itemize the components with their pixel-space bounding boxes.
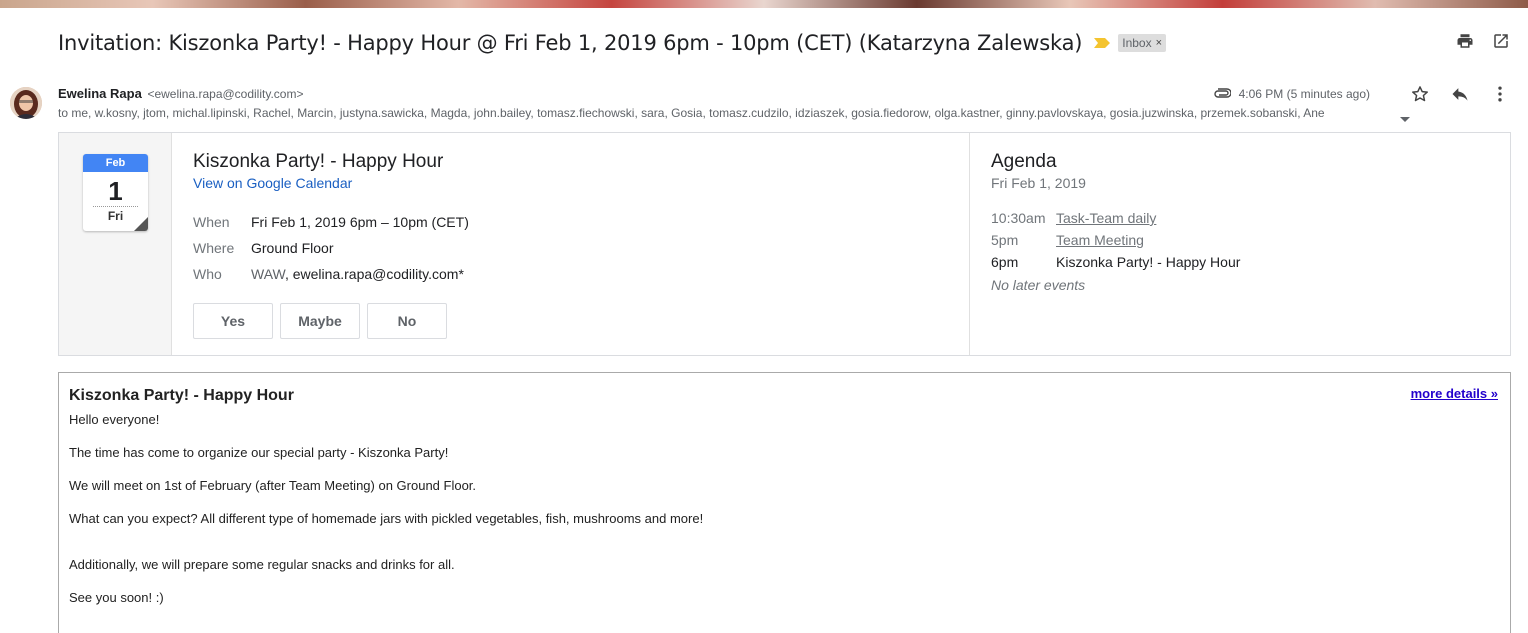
rsvp-maybe-button[interactable]: Maybe bbox=[280, 303, 360, 339]
event-description-card: Kiszonka Party! - Happy Hour more detail… bbox=[58, 372, 1511, 633]
inbox-label-chip: Inbox × bbox=[1118, 34, 1167, 52]
recipients-list[interactable]: to me, w.kosny, jtom, michal.lipinski, R… bbox=[58, 106, 1398, 120]
view-on-google-calendar-link[interactable]: View on Google Calendar bbox=[193, 175, 352, 191]
date-divider bbox=[93, 206, 138, 207]
description-paragraph: The time has come to organize our specia… bbox=[69, 445, 449, 460]
calendar-date-panel: Feb 1 Fri bbox=[59, 133, 172, 355]
date-tile: Feb 1 Fri bbox=[83, 154, 148, 231]
agenda-no-later-events: No later events bbox=[991, 277, 1086, 293]
more-vert-icon[interactable] bbox=[1490, 84, 1510, 104]
remove-label-button[interactable]: × bbox=[1156, 37, 1162, 49]
event-title: Kiszonka Party! - Happy Hour bbox=[193, 151, 444, 172]
description-paragraph: We will meet on 1st of February (after T… bbox=[69, 478, 477, 493]
agenda-item-time: 6pm bbox=[991, 254, 1019, 270]
email-subject: Invitation: Kiszonka Party! - Happy Hour… bbox=[58, 31, 1083, 55]
agenda-item-current: 6pm Kiszonka Party! - Happy Hour bbox=[991, 251, 1491, 273]
description-paragraph: See you soon! :) bbox=[69, 590, 164, 605]
top-actions bbox=[1456, 32, 1510, 50]
header-background-strip bbox=[0, 0, 1528, 8]
page-fold-icon bbox=[134, 217, 148, 231]
when-label: When bbox=[193, 214, 230, 230]
importance-marker-icon[interactable] bbox=[1094, 38, 1111, 48]
who-label: Who bbox=[193, 266, 222, 282]
description-paragraph: What can you expect? All different type … bbox=[69, 511, 704, 526]
agenda-title: Agenda bbox=[991, 151, 1057, 172]
attachment-icon bbox=[1213, 85, 1232, 103]
date-day: 1 bbox=[108, 176, 123, 206]
event-where-row: Where Ground Floor bbox=[193, 235, 953, 261]
rsvp-no-button[interactable]: No bbox=[367, 303, 447, 339]
date-month: Feb bbox=[83, 154, 148, 172]
rsvp-buttons: Yes Maybe No bbox=[193, 303, 953, 339]
message-timestamp: 4:06 PM (5 minutes ago) bbox=[1238, 87, 1370, 101]
label-chip-text: Inbox bbox=[1122, 36, 1152, 50]
agenda-list: 10:30am Task-Team daily 5pm Team Meeting… bbox=[991, 207, 1491, 293]
open-in-new-window-icon[interactable] bbox=[1492, 32, 1510, 50]
more-details-link[interactable]: more details » bbox=[1411, 386, 1498, 401]
description-body: Hello everyone! The time has come to org… bbox=[69, 413, 1500, 605]
description-paragraph: Hello everyone! bbox=[69, 412, 160, 427]
agenda-item: 5pm Team Meeting bbox=[991, 229, 1491, 251]
where-value: Ground Floor bbox=[251, 240, 334, 256]
agenda-item-title[interactable]: Task-Team daily bbox=[1056, 210, 1156, 226]
when-value: Fri Feb 1, 2019 6pm – 10pm (CET) bbox=[251, 214, 469, 230]
who-value: WAW, ewelina.rapa@codility.com* bbox=[251, 266, 464, 282]
calendar-invite-card: Feb 1 Fri Kiszonka Party! - Happy Hour V… bbox=[58, 132, 1511, 356]
where-label: Where bbox=[193, 240, 235, 256]
sender-email: <ewelina.rapa@codility.com> bbox=[147, 87, 304, 101]
star-icon[interactable] bbox=[1410, 84, 1430, 104]
agenda-date: Fri Feb 1, 2019 bbox=[991, 175, 1086, 191]
rsvp-yes-button[interactable]: Yes bbox=[193, 303, 273, 339]
who-group[interactable]: WAW bbox=[251, 266, 285, 282]
event-who-row: Who WAW, ewelina.rapa@codility.com* bbox=[193, 261, 953, 287]
description-title: Kiszonka Party! - Happy Hour bbox=[69, 387, 294, 404]
agenda-item: 10:30am Task-Team daily bbox=[991, 207, 1491, 229]
agenda-item-time: 10:30am bbox=[991, 210, 1046, 226]
agenda-item-title: Kiszonka Party! - Happy Hour bbox=[1056, 254, 1241, 270]
agenda-item-time: 5pm bbox=[991, 232, 1019, 248]
subject-row: Invitation: Kiszonka Party! - Happy Hour… bbox=[58, 28, 1167, 58]
who-organizer[interactable]: ewelina.rapa@codility.com* bbox=[293, 266, 464, 282]
print-icon[interactable] bbox=[1456, 32, 1474, 50]
description-paragraph: Additionally, we will prepare some regul… bbox=[69, 557, 455, 572]
agenda-item-title[interactable]: Team Meeting bbox=[1056, 232, 1144, 248]
message-meta: 4:06 PM (5 minutes ago) bbox=[1213, 84, 1510, 104]
sender-name[interactable]: Ewelina Rapa bbox=[58, 86, 142, 101]
sender-row: Ewelina Rapa <ewelina.rapa@codility.com> bbox=[58, 86, 303, 101]
event-summary: Kiszonka Party! - Happy Hour View on Goo… bbox=[193, 151, 953, 339]
reply-icon[interactable] bbox=[1450, 84, 1470, 104]
agenda-panel: Agenda Fri Feb 1, 2019 10:30am Task-Team… bbox=[991, 151, 1491, 293]
sender-avatar[interactable] bbox=[10, 87, 42, 119]
event-details: When Fri Feb 1, 2019 6pm – 10pm (CET) Wh… bbox=[193, 209, 953, 287]
card-divider bbox=[969, 133, 970, 355]
event-when-row: When Fri Feb 1, 2019 6pm – 10pm (CET) bbox=[193, 209, 953, 235]
caret-down-icon[interactable] bbox=[1400, 110, 1410, 128]
